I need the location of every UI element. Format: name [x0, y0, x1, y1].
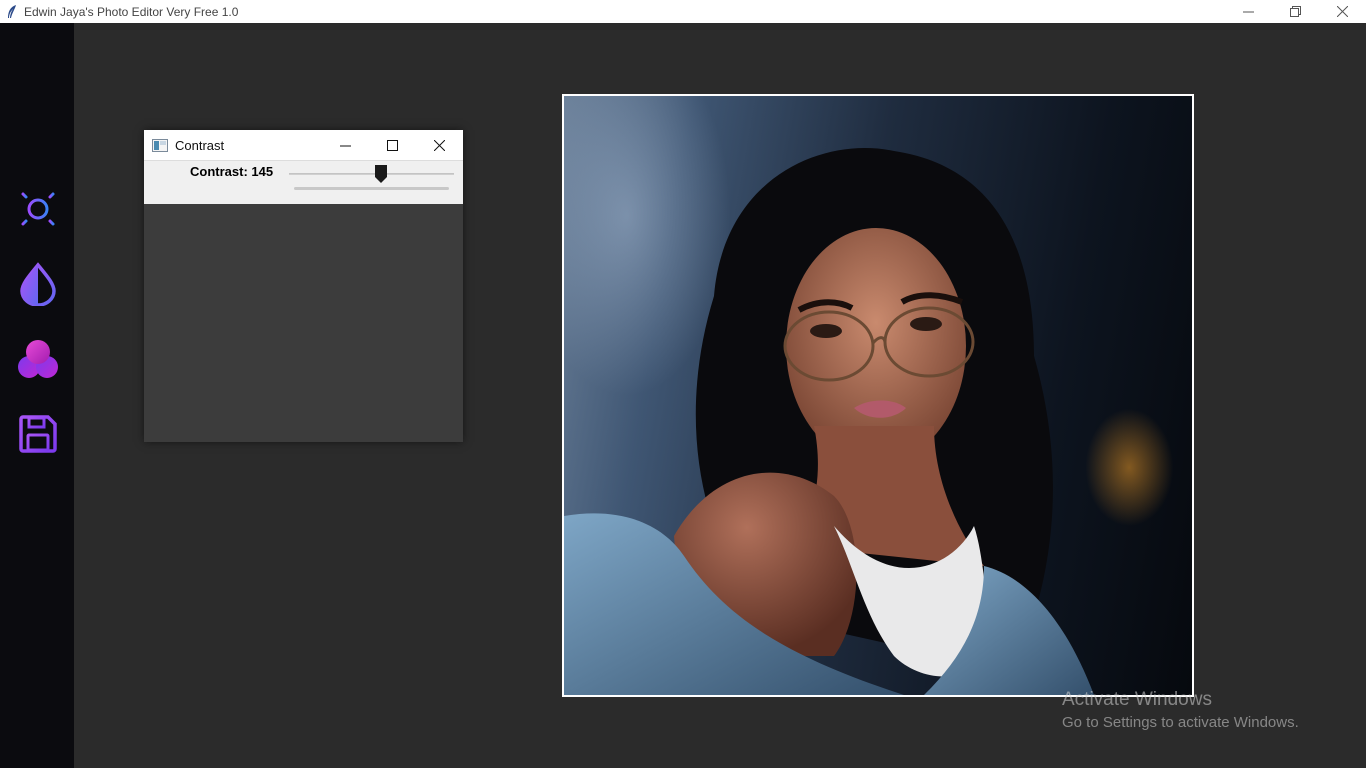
tool-sidebar [0, 23, 74, 768]
contrast-dialog-title: Contrast [175, 137, 225, 153]
contrast-slider-rail[interactable] [294, 187, 449, 190]
portrait-illustration [564, 147, 1094, 695]
color-circles-icon [18, 340, 58, 378]
portrait-photo[interactable] [564, 96, 1192, 695]
window-controls [1225, 0, 1366, 23]
dialog-maximize-button[interactable] [369, 130, 416, 161]
app-titlebar: Edwin Jaya's Photo Editor Very Free 1.0 [0, 0, 1366, 23]
watermark-subtitle: Go to Settings to activate Windows. [1062, 714, 1299, 731]
watermark-title: Activate Windows [1062, 689, 1212, 710]
contrast-controls: Contrast: 145 [144, 161, 463, 204]
close-icon [1337, 6, 1348, 17]
drop-icon [20, 262, 56, 306]
brightness-tool-button[interactable] [15, 186, 61, 232]
window-app-icon [152, 138, 168, 152]
window-title: Edwin Jaya's Photo Editor Very Free 1.0 [24, 4, 239, 19]
minimize-icon [340, 145, 351, 147]
dialog-close-button[interactable] [416, 130, 463, 161]
save-tool-button[interactable] [15, 411, 61, 457]
contrast-value-label: Contrast: 145 [190, 164, 274, 179]
dialog-minimize-button[interactable] [322, 130, 369, 161]
activation-watermark: Activate Windows Go to Settings to activ… [1062, 689, 1299, 731]
minimize-button[interactable] [1225, 0, 1272, 23]
contrast-dialog-titlebar: Contrast [144, 130, 463, 161]
contrast-tool-button[interactable] [15, 261, 61, 307]
restore-icon [1290, 6, 1301, 17]
contrast-slider-thumb[interactable] [375, 165, 388, 183]
close-button[interactable] [1319, 0, 1366, 23]
feather-icon [5, 4, 19, 19]
floppy-disk-icon [19, 415, 57, 453]
sun-icon [15, 186, 61, 232]
photo-frame [562, 94, 1194, 697]
maximize-icon [387, 140, 398, 151]
contrast-dialog-controls [322, 130, 463, 161]
restore-button[interactable] [1272, 0, 1319, 23]
close-icon [434, 140, 445, 151]
contrast-dialog: Contrast Contrast: 145 [144, 130, 463, 442]
contrast-slider-track[interactable] [289, 173, 454, 175]
color-tool-button[interactable] [15, 336, 61, 382]
minimize-icon [1243, 11, 1254, 13]
